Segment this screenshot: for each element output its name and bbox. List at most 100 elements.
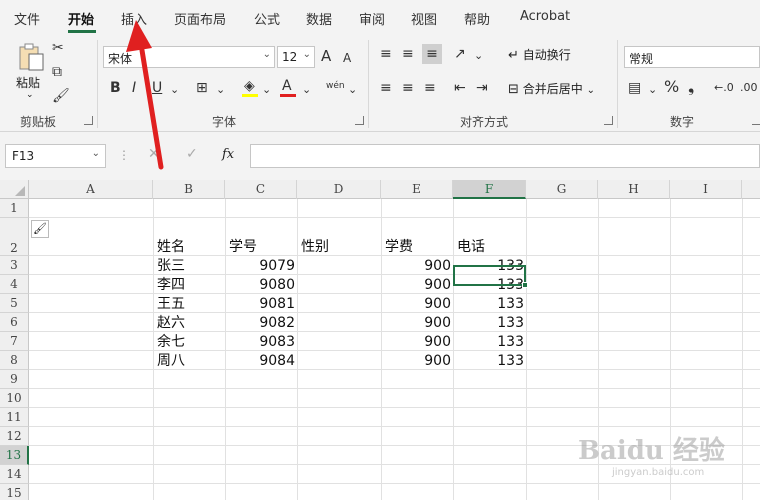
clipboard-launcher-icon[interactable] (84, 116, 93, 125)
row-header-13[interactable]: 13 (0, 446, 29, 465)
increase-decimal-icon[interactable]: ←.0 (714, 80, 734, 96)
cell-name[interactable]: 李四 (157, 276, 185, 294)
tab-home[interactable]: 开始 (68, 9, 94, 28)
header-cell-phone[interactable]: 电话 (457, 238, 485, 256)
row-header-14[interactable]: 14 (0, 465, 29, 484)
cell-id[interactable]: 9083 (225, 333, 295, 351)
cell-phone[interactable]: 133 (453, 333, 524, 351)
formula-input[interactable] (250, 144, 760, 168)
cell-id[interactable]: 9080 (225, 276, 295, 294)
cell-name[interactable]: 张三 (157, 257, 185, 275)
row-header-11[interactable]: 11 (0, 408, 29, 427)
row-header-2[interactable]: 2 (0, 218, 29, 256)
cell-phone[interactable]: 133 (453, 352, 524, 370)
insert-function-icon[interactable]: fx (222, 147, 234, 162)
alignment-launcher-icon[interactable] (604, 116, 613, 125)
chevron-down-icon[interactable]: ⌄ (170, 82, 179, 98)
number-launcher-icon[interactable] (752, 116, 760, 125)
grow-font-icon[interactable]: A (321, 48, 331, 64)
align-middle-icon[interactable]: ≡ (402, 46, 414, 62)
column-header-g[interactable]: G (526, 180, 598, 199)
cell-fee[interactable]: 900 (381, 276, 451, 294)
orientation-icon[interactable]: ↗ (454, 46, 466, 62)
align-top-icon[interactable]: ≡ (380, 46, 392, 62)
column-header-h[interactable]: H (598, 180, 670, 199)
cell-id[interactable]: 9084 (225, 352, 295, 370)
paste-button[interactable]: 粘贴 ⌄ (14, 40, 48, 102)
font-name-select[interactable]: 宋体 ⌄ (103, 46, 275, 68)
row-header-1[interactable]: 1 (0, 199, 29, 218)
font-color-icon[interactable]: A (282, 78, 292, 94)
cell-name[interactable]: 余七 (157, 333, 185, 351)
percent-button[interactable]: % (664, 79, 679, 95)
borders-icon[interactable]: ⊞ (196, 80, 208, 96)
merge-center-button[interactable]: ⊟ 合并后居中 ⌄ (508, 80, 595, 97)
align-left-icon[interactable]: ≡ (380, 80, 392, 96)
shrink-font-icon[interactable]: A (343, 50, 351, 66)
column-header-f[interactable]: F (453, 180, 526, 199)
copy-icon[interactable]: ⧉ (52, 64, 62, 80)
row-header-12[interactable]: 12 (0, 427, 29, 446)
cancel-icon[interactable]: ✕ (148, 146, 160, 162)
column-header-e[interactable]: E (381, 180, 453, 199)
cell-fee[interactable]: 900 (381, 257, 451, 275)
cell-fee[interactable]: 900 (381, 295, 451, 313)
header-cell-id[interactable]: 学号 (229, 238, 257, 256)
tab-file[interactable]: 文件 (14, 9, 40, 28)
cell-name[interactable]: 赵六 (157, 314, 185, 332)
active-cell-selection[interactable] (453, 265, 526, 286)
tab-formulas[interactable]: 公式 (254, 9, 280, 28)
column-header-a[interactable]: A (29, 180, 153, 199)
bold-button[interactable]: B (110, 80, 121, 96)
cell-phone[interactable]: 133 (453, 314, 524, 332)
tab-help[interactable]: 帮助 (464, 9, 490, 28)
column-header-c[interactable]: C (225, 180, 297, 199)
chevron-down-icon[interactable]: ⌄ (262, 82, 271, 98)
chevron-down-icon[interactable]: ⌄ (302, 82, 311, 98)
cell-id[interactable]: 9082 (225, 314, 295, 332)
cell-name[interactable]: 王五 (157, 295, 185, 313)
align-bottom-icon[interactable]: ≡ (422, 44, 442, 64)
italic-button[interactable]: I (132, 80, 136, 96)
column-header-b[interactable]: B (153, 180, 225, 199)
number-format-select[interactable]: 常规 (624, 46, 760, 68)
cell-phone[interactable]: 133 (453, 295, 524, 313)
name-box[interactable]: F13 ⌄ (5, 144, 106, 168)
header-cell-fee[interactable]: 学费 (385, 238, 413, 256)
row-header-15[interactable]: 15 (0, 484, 29, 500)
tab-page-layout[interactable]: 页面布局 (174, 9, 226, 28)
row-header-9[interactable]: 9 (0, 370, 29, 389)
row-header-4[interactable]: 4 (0, 275, 29, 294)
cut-icon[interactable]: ✂ (52, 40, 64, 56)
select-all-corner[interactable] (0, 180, 29, 199)
align-center-icon[interactable]: ≡ (402, 80, 414, 96)
font-launcher-icon[interactable] (355, 116, 364, 125)
chevron-down-icon[interactable]: ⌄ (216, 82, 225, 98)
phonetic-icon[interactable]: wén (326, 78, 345, 94)
row-header-5[interactable]: 5 (0, 294, 29, 313)
cell-name[interactable]: 周八 (157, 352, 185, 370)
cell-fee[interactable]: 900 (381, 352, 451, 370)
chevron-down-icon[interactable]: ⌄ (474, 48, 483, 64)
header-cell-name[interactable]: 姓名 (157, 238, 185, 256)
paste-options-icon[interactable]: 🖌 (31, 220, 49, 238)
comma-style-icon[interactable]: ❟ (688, 79, 694, 95)
tab-acrobat[interactable]: Acrobat (520, 9, 570, 24)
underline-button[interactable]: U (152, 80, 162, 96)
cell-id[interactable]: 9079 (225, 257, 295, 275)
column-header-d[interactable]: D (297, 180, 381, 199)
row-header-7[interactable]: 7 (0, 332, 29, 351)
cell-fee[interactable]: 900 (381, 314, 451, 332)
cell-id[interactable]: 9081 (225, 295, 295, 313)
fill-handle[interactable] (522, 282, 528, 288)
fill-color-icon[interactable]: ◈ (244, 78, 255, 94)
row-header-10[interactable]: 10 (0, 389, 29, 408)
row-header-3[interactable]: 3 (0, 256, 29, 275)
font-size-select[interactable]: 12 ⌄ (277, 46, 315, 68)
wrap-text-button[interactable]: ↵ 自动换行 (508, 46, 571, 63)
tab-view[interactable]: 视图 (411, 9, 437, 28)
header-cell-gender[interactable]: 性别 (301, 238, 329, 256)
decrease-decimal-icon[interactable]: .00 (740, 80, 758, 96)
chevron-down-icon[interactable]: ⌄ (348, 82, 357, 98)
column-header-i[interactable]: I (670, 180, 742, 199)
